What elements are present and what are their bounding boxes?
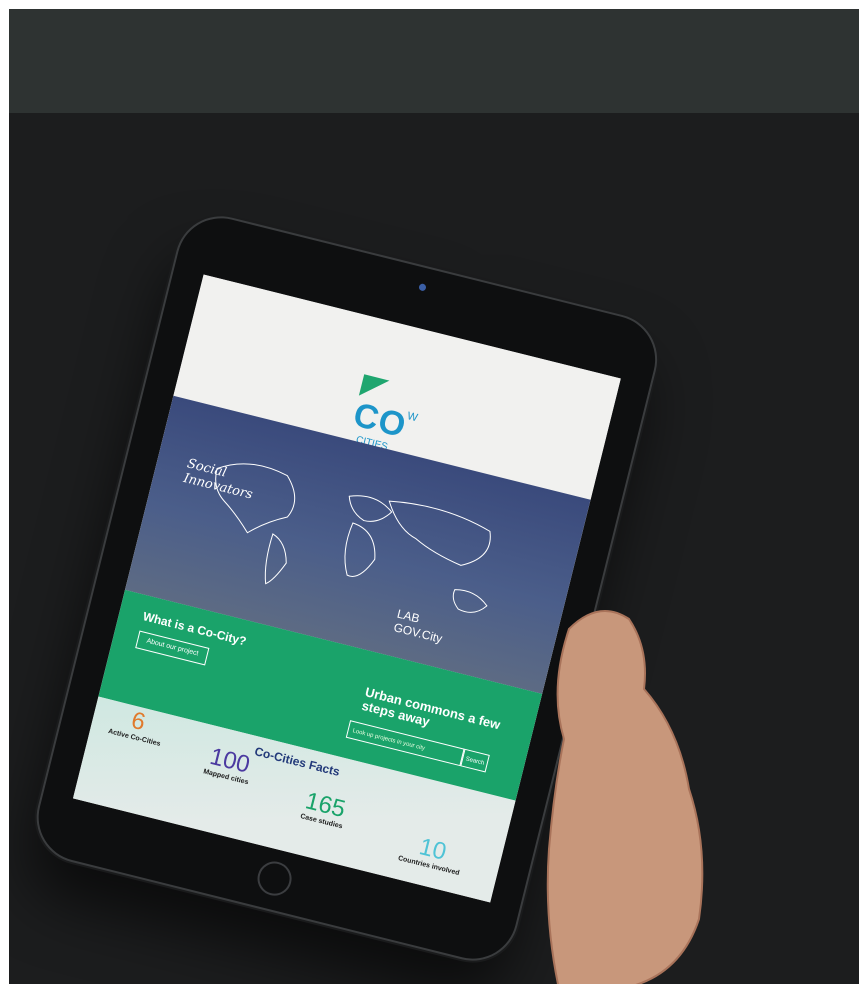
hand-illustration xyxy=(546,610,704,984)
fact-case-studies: 165 Case studies xyxy=(299,787,349,830)
logo-superscript: W xyxy=(405,410,419,425)
fact-countries: 10 Countries involved xyxy=(397,830,466,877)
home-button[interactable] xyxy=(253,857,296,900)
fact-mapped-cities: 100 Mapped cities xyxy=(202,743,255,786)
top-band xyxy=(9,9,859,113)
camera-icon xyxy=(418,283,427,292)
search-button[interactable]: Search xyxy=(460,748,490,773)
photo-frame: CO W CITIES 2+2=5 Social Innovators xyxy=(9,9,859,984)
